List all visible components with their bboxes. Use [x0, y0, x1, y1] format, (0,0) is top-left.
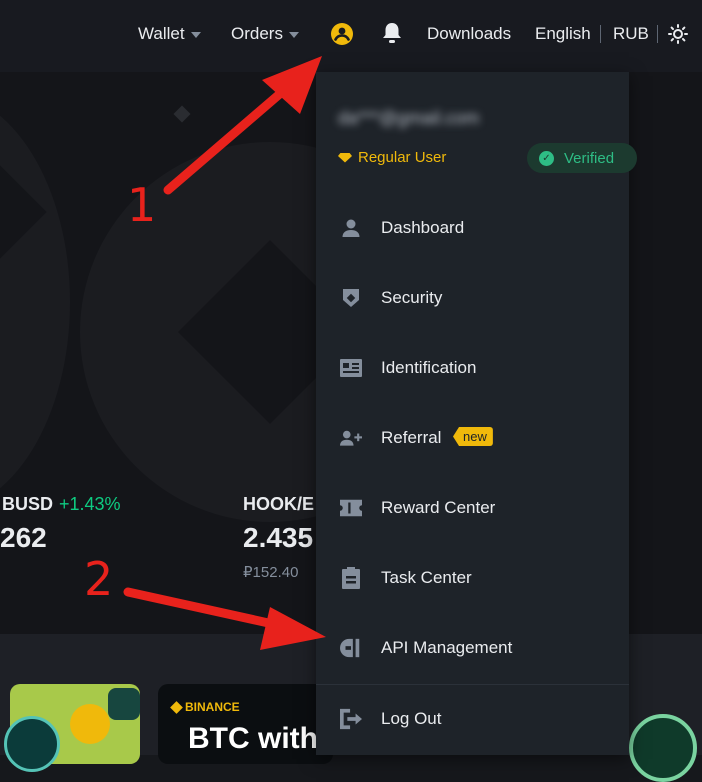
annotation-arrows: [123, 56, 326, 650]
annotation-step-2: 2: [84, 552, 114, 606]
annotation-arrow-1: [163, 87, 287, 195]
annotation-arrow-2: [123, 587, 287, 631]
annotation-arrowhead-2: [260, 607, 326, 650]
annotation-step-1: 1: [127, 178, 157, 232]
